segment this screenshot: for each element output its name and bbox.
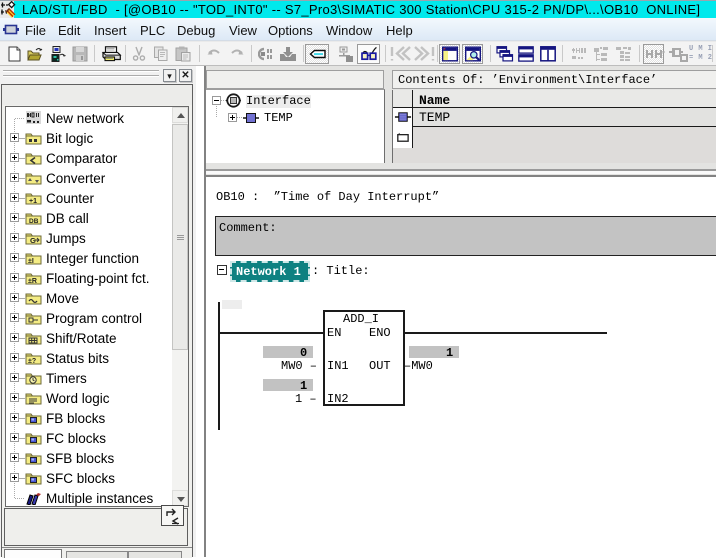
svg-text:±R: ±R (28, 278, 37, 285)
svg-text:±?: ±? (28, 358, 36, 365)
svg-text:±I: ±I (28, 258, 34, 265)
svg-text:DB: DB (29, 218, 39, 225)
svg-text:+1: +1 (29, 198, 37, 205)
